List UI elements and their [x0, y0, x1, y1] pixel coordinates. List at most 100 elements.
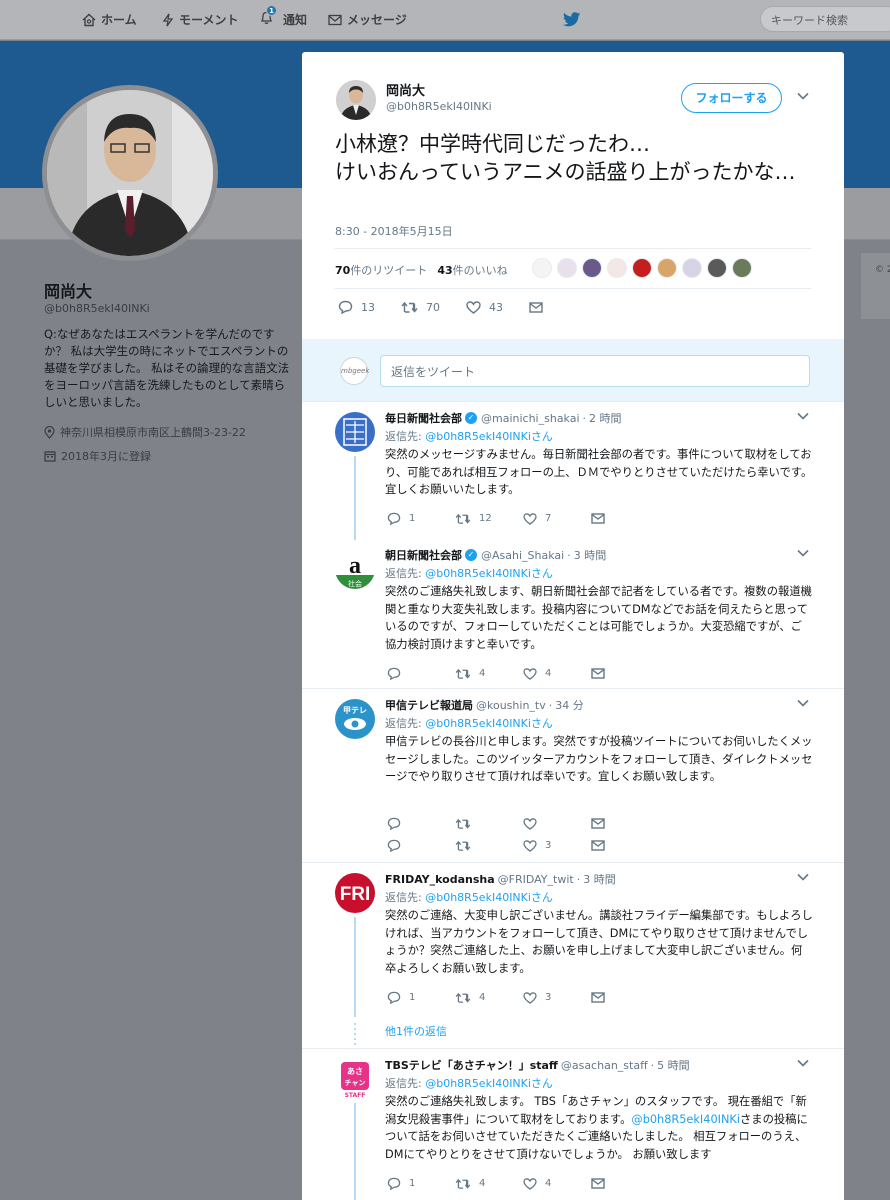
dm-button[interactable]: [591, 512, 659, 525]
nav-moments[interactable]: モーメント: [162, 11, 239, 28]
liker-avatar[interactable]: [557, 258, 577, 278]
chevron-down-icon[interactable]: [797, 699, 809, 707]
reply-button[interactable]: 13: [338, 300, 375, 314]
nav-messages[interactable]: メッセージ: [328, 11, 407, 28]
retweet-button[interactable]: 12: [455, 512, 523, 525]
reply-tweet[interactable]: FRI FRIDAY_kodansha @FRIDAY_twit · 3 時間 …: [302, 862, 844, 1048]
liker-avatar[interactable]: [732, 258, 752, 278]
like-button[interactable]: 7: [523, 512, 591, 525]
reply-to-user[interactable]: @b0h8R5ekI40INKiさん: [425, 1077, 553, 1090]
reply-author-handle[interactable]: @FRIDAY_twit: [498, 873, 574, 886]
reply-to-user[interactable]: @b0h8R5ekI40INKiさん: [425, 717, 553, 730]
reply-time[interactable]: 3 時間: [574, 547, 607, 563]
search-input[interactable]: キーワード検索: [760, 6, 890, 32]
like-button[interactable]: 43: [466, 300, 503, 314]
dm-button[interactable]: [591, 1177, 659, 1190]
chevron-down-icon[interactable]: [797, 873, 809, 881]
retweet-stat[interactable]: 70件のリツイート: [335, 262, 427, 278]
retweet-button[interactable]: 4: [455, 667, 523, 680]
reply-tweet[interactable]: あさ チャン STAFF TBSテレビ「あさチャン！」staff @asacha…: [302, 1048, 844, 1200]
retweet-button[interactable]: [455, 817, 523, 830]
reply-button[interactable]: [387, 839, 455, 852]
reply-to-user[interactable]: @b0h8R5ekI40INKiさん: [425, 430, 553, 443]
nav-notifications[interactable]: 1 通知: [260, 5, 307, 28]
reply-avatar-koushin[interactable]: 甲テレ: [335, 699, 375, 739]
reply-avatar-asachan[interactable]: あさ チャン STAFF: [335, 1059, 375, 1099]
mention-link[interactable]: @b0h8R5ekI40INKi: [631, 1113, 740, 1126]
profile-avatar[interactable]: [42, 85, 218, 261]
dm-button[interactable]: [529, 300, 551, 314]
reply-avatar-friday[interactable]: FRI: [335, 873, 375, 913]
chevron-down-icon[interactable]: [797, 549, 809, 557]
twitter-bird-icon[interactable]: [563, 12, 581, 27]
liker-avatar[interactable]: [632, 258, 652, 278]
retweet-button[interactable]: [455, 839, 523, 852]
thread-line: [354, 456, 356, 540]
liker-avatar[interactable]: [582, 258, 602, 278]
like-button[interactable]: 3: [523, 991, 591, 1004]
like-button[interactable]: 4: [523, 667, 591, 680]
liker-avatar[interactable]: [682, 258, 702, 278]
tweet-author-avatar[interactable]: [336, 80, 376, 120]
reply-time[interactable]: 5 時間: [657, 1057, 690, 1073]
like-button[interactable]: 3: [523, 839, 591, 852]
reply-avatar-mainichi[interactable]: [335, 412, 375, 452]
reply-time[interactable]: 3 時間: [583, 871, 616, 887]
dm-button[interactable]: [591, 839, 659, 852]
liker-avatar[interactable]: [532, 258, 552, 278]
nav-home[interactable]: ホーム: [82, 11, 137, 28]
reply-text: 突然のメッセージすみません。毎日新聞社会部の者です。事件について取材をしており、…: [385, 448, 813, 496]
reply-to-user[interactable]: @b0h8R5ekI40INKiさん: [425, 567, 553, 580]
svg-text:あさ: あさ: [347, 1067, 363, 1076]
liker-avatar[interactable]: [707, 258, 727, 278]
reply-input[interactable]: 返信をツイート: [380, 355, 810, 387]
reply-to-user[interactable]: @b0h8R5ekI40INKiさん: [425, 891, 553, 904]
reply-avatar-asahi[interactable]: a 社会: [335, 549, 375, 589]
reply-tweet[interactable]: a 社会 朝日新聞社会部 ✓ @Asahi_Shakai · 3 時間 返信先:…: [302, 539, 844, 688]
chevron-down-icon[interactable]: [797, 412, 809, 420]
reply-button[interactable]: 1: [387, 1177, 455, 1190]
dm-button[interactable]: [591, 817, 659, 830]
reply-to-label: 返信先:: [385, 430, 422, 443]
chevron-down-icon[interactable]: [797, 92, 809, 100]
tweet-timestamp[interactable]: 8:30 - 2018年5月15日: [335, 223, 453, 239]
tweet-author-handle[interactable]: @b0h8R5ekI40INKi: [386, 100, 492, 113]
friday-logo-icon: FRI: [335, 873, 375, 913]
reply-button[interactable]: [387, 817, 455, 830]
retweet-button[interactable]: 70: [401, 300, 440, 314]
like-stat[interactable]: 43件のいいね: [437, 262, 507, 278]
reply-to-label: 返信先:: [385, 891, 422, 904]
tweet-actions: 13 70 43: [338, 300, 577, 314]
asachan-logo-icon: あさ チャン STAFF: [335, 1059, 375, 1099]
follow-button[interactable]: フォローする: [681, 83, 782, 113]
reply-button[interactable]: [387, 667, 455, 680]
reply-tweet[interactable]: 甲テレ 甲信テレビ報道局 @koushin_tv · 34 分 返信先: @b0…: [302, 688, 844, 862]
chevron-down-icon[interactable]: [797, 1059, 809, 1067]
tweet-author-name[interactable]: 岡尚大: [386, 80, 425, 99]
reply-author-name[interactable]: 毎日新聞社会部: [385, 410, 462, 426]
reply-button[interactable]: 1: [387, 512, 455, 525]
more-replies-link[interactable]: 他1件の返信: [385, 1023, 447, 1039]
retweet-button[interactable]: 4: [455, 1177, 523, 1190]
like-button[interactable]: 4: [523, 1177, 591, 1190]
reply-time[interactable]: 34 分: [555, 697, 584, 713]
reply-author-name[interactable]: 朝日新聞社会部: [385, 547, 462, 563]
liker-avatar[interactable]: [657, 258, 677, 278]
reply-author-name[interactable]: 甲信テレビ報道局: [385, 697, 473, 713]
dm-button[interactable]: [591, 667, 659, 680]
liker-avatar[interactable]: [607, 258, 627, 278]
reply-author-name[interactable]: TBSテレビ「あさチャン！」staff: [385, 1057, 558, 1073]
like-button[interactable]: [523, 817, 591, 830]
divider: [335, 288, 811, 289]
reply-time[interactable]: 2 時間: [589, 410, 622, 426]
reply-author-handle[interactable]: @mainichi_shakai: [481, 412, 580, 425]
dm-button[interactable]: [591, 991, 659, 1004]
reply-author-name[interactable]: FRIDAY_kodansha: [385, 873, 495, 886]
current-user-avatar[interactable]: mbgeek: [340, 357, 369, 385]
retweet-button[interactable]: 4: [455, 991, 523, 1004]
reply-author-handle[interactable]: @Asahi_Shakai: [481, 549, 564, 562]
reply-author-handle[interactable]: @koushin_tv: [476, 699, 546, 712]
reply-author-handle[interactable]: @asachan_staff: [561, 1059, 648, 1072]
reply-button[interactable]: 1: [387, 991, 455, 1004]
reply-tweet[interactable]: 毎日新聞社会部 ✓ @mainichi_shakai · 2 時間 返信先: @…: [302, 401, 844, 540]
